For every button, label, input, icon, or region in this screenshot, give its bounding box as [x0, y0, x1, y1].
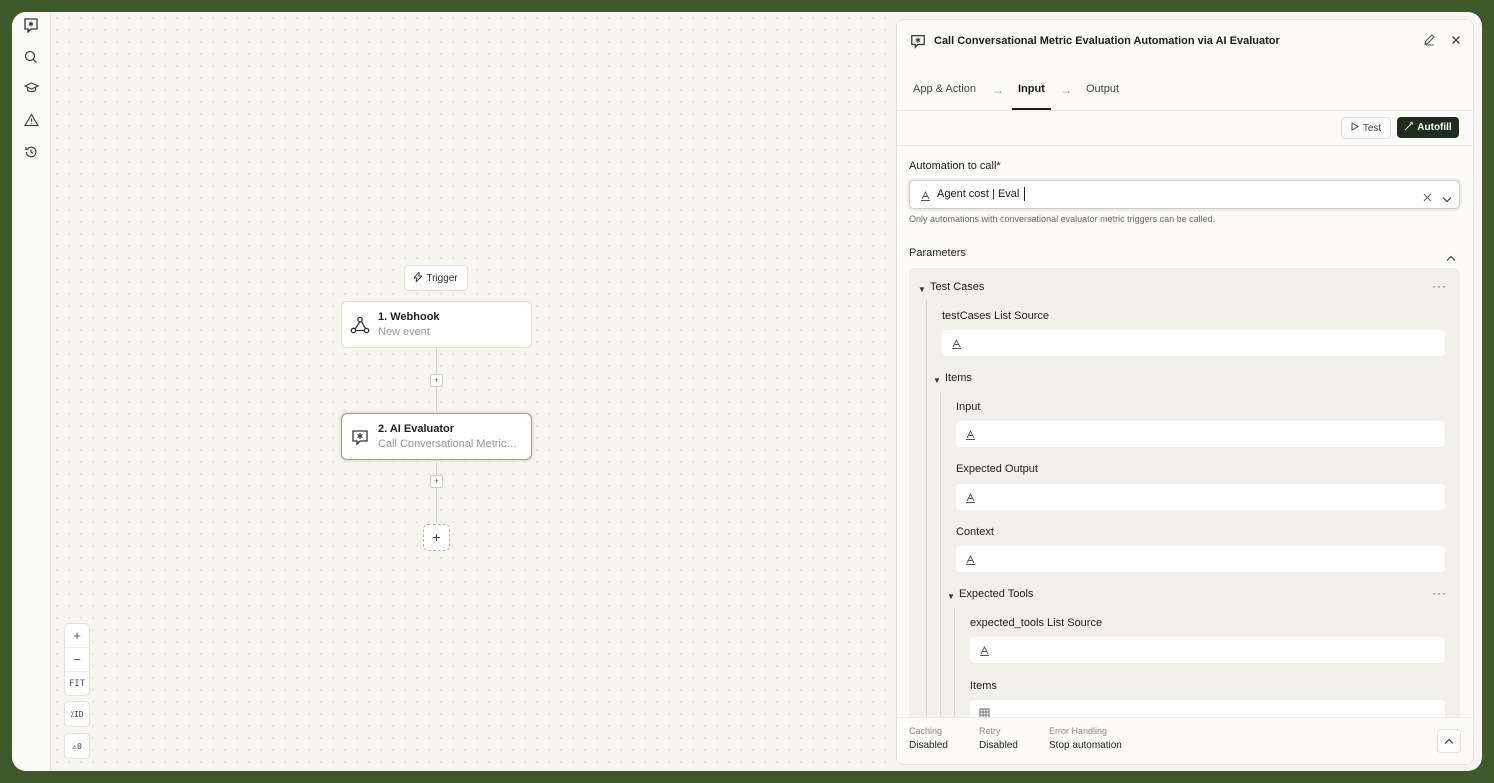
trigger-chip[interactable]: Trigger	[404, 265, 468, 291]
chevron-up-icon[interactable]	[1446, 249, 1456, 267]
retry-value: Disabled	[979, 740, 1018, 751]
expected-tools-label: Expected Tools	[959, 588, 1034, 600]
bolt-icon	[413, 270, 424, 285]
retry-key: Retry	[979, 726, 1001, 736]
items-label: Items	[945, 372, 972, 384]
caching-value: Disabled	[909, 740, 948, 751]
chevron-down-icon[interactable]	[1442, 190, 1452, 208]
error-key: Error Handling	[1049, 726, 1108, 736]
workflow-canvas[interactable]: Trigger 1. Webhook New event + 2. AI Eva…	[51, 12, 896, 771]
step-config-panel: Call Conversational Metric Evaluation Au…	[896, 19, 1474, 765]
warning-icon[interactable]	[22, 111, 40, 129]
test-button[interactable]: Test	[1341, 117, 1391, 139]
app-window: Trigger 1. Webhook New event + 2. AI Eva…	[12, 12, 1482, 771]
automation-value: Agent cost | Eval	[937, 188, 1020, 200]
edit-icon[interactable]	[1423, 33, 1436, 51]
node-title: 1. Webhook	[378, 311, 440, 323]
test-cases-label: Test Cases	[930, 281, 985, 293]
node-title: 2. AI Evaluator	[378, 423, 455, 435]
node-webhook[interactable]: 1. Webhook New event	[341, 301, 532, 348]
text-cursor	[1024, 187, 1025, 201]
id-toggle-button[interactable]: ⁒ID	[64, 701, 90, 727]
panel-footer: Caching Disabled Retry Disabled Error Ha…	[897, 717, 1473, 764]
trigger-label: Trigger	[426, 272, 458, 284]
close-icon[interactable]	[1450, 33, 1462, 51]
caret-down-icon[interactable]: ▼	[947, 592, 955, 601]
input-label: Input	[956, 401, 981, 413]
zoom-controls: + − FIT	[64, 623, 90, 696]
panel-title: Call Conversational Metric Evaluation Au…	[934, 35, 1280, 47]
clear-icon[interactable]	[1423, 189, 1432, 207]
more-icon[interactable]: ···	[1432, 586, 1447, 600]
testcases-source-label: testCases List Source	[942, 310, 1049, 322]
node-subtitle: Call Conversational Metric…	[378, 438, 518, 450]
warnings-button[interactable]: ⚠0	[64, 733, 90, 759]
automation-select[interactable]: Agent cost | Eval	[909, 180, 1460, 209]
more-icon[interactable]: ···	[1432, 279, 1447, 293]
tab-input[interactable]: Input	[1012, 70, 1051, 110]
tools-items-label: Items	[970, 680, 997, 692]
ai-evaluator-icon	[342, 428, 378, 446]
test-label: Test	[1362, 122, 1382, 134]
autofill-label: Autofill	[1417, 122, 1452, 133]
zoom-in-button[interactable]: +	[65, 624, 89, 647]
input-field[interactable]	[956, 421, 1445, 447]
context-field[interactable]	[956, 546, 1445, 572]
testcases-source-field[interactable]	[942, 330, 1445, 356]
expected-output-label: Expected Output	[956, 463, 1038, 475]
expected-tools-source-label: expected_tools List Source	[970, 617, 1103, 629]
text-type-icon	[965, 490, 976, 508]
text-type-icon	[951, 336, 962, 354]
text-type-icon	[920, 188, 931, 206]
automation-hint: Only automations with conversational eva…	[909, 214, 1216, 224]
tab-output[interactable]: Output	[1086, 70, 1119, 108]
text-type-icon	[979, 643, 990, 661]
expected-tools-source-field[interactable]	[970, 637, 1445, 663]
panel-toolbar: Test Autofill	[897, 111, 1473, 146]
node-ai-evaluator[interactable]: 2. AI Evaluator Call Conversational Metr…	[341, 413, 532, 460]
expected-output-field[interactable]	[956, 484, 1445, 510]
caret-down-icon[interactable]: ▼	[918, 285, 926, 294]
context-label: Context	[956, 526, 994, 538]
caret-down-icon[interactable]: ▼	[933, 376, 941, 385]
retry-setting[interactable]: Retry Disabled	[979, 726, 1018, 751]
zoom-out-button[interactable]: −	[65, 647, 89, 671]
tab-app-action[interactable]: App & Action	[913, 70, 976, 108]
insert-step-button[interactable]: +	[430, 475, 443, 488]
graduation-cap-icon[interactable]	[22, 79, 40, 97]
panel-tabs: App & Action → Input → Output	[897, 70, 1473, 111]
add-step-button[interactable]: +	[423, 524, 450, 551]
automation-label: Automation to call*	[909, 160, 1001, 172]
expand-footer-button[interactable]	[1437, 729, 1461, 753]
left-rail	[12, 12, 51, 771]
webhook-icon	[342, 315, 378, 335]
fit-button[interactable]: FIT	[65, 671, 89, 695]
connector-line	[436, 459, 437, 525]
caching-key: Caching	[909, 726, 943, 736]
magic-wand-icon	[1404, 121, 1414, 134]
tree-guide	[926, 300, 927, 764]
search-icon[interactable]	[22, 48, 40, 66]
arrow-right-icon: →	[992, 83, 1004, 97]
tree-guide	[940, 392, 941, 764]
logo-icon[interactable]	[22, 16, 40, 34]
arrow-right-icon: →	[1060, 83, 1072, 97]
caching-setting[interactable]: Caching Disabled	[909, 726, 948, 751]
ai-evaluator-icon	[910, 33, 926, 49]
node-subtitle: New event	[378, 326, 430, 338]
panel-header: Call Conversational Metric Evaluation Au…	[897, 20, 1473, 62]
autofill-button[interactable]: Autofill	[1397, 117, 1459, 138]
parameters-label: Parameters	[909, 247, 966, 259]
parameters-box: ▼ Test Cases ··· testCases List Source ▼…	[909, 268, 1460, 764]
insert-step-button[interactable]: +	[430, 374, 443, 387]
chevron-up-icon	[1444, 732, 1454, 750]
error-handling-setting[interactable]: Error Handling Stop automation	[1049, 726, 1122, 751]
history-icon[interactable]	[22, 143, 40, 161]
play-icon	[1351, 122, 1359, 134]
text-type-icon	[965, 427, 976, 445]
error-value: Stop automation	[1049, 740, 1122, 751]
text-type-icon	[965, 552, 976, 570]
